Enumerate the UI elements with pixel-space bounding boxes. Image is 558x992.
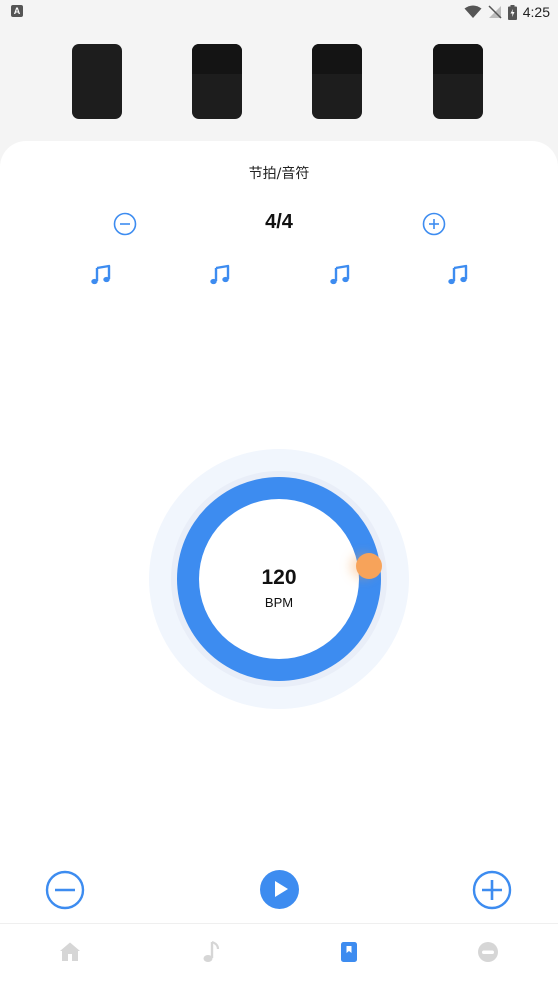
- nav-music-note-icon[interactable]: [198, 940, 222, 964]
- wifi-icon: [464, 5, 482, 18]
- music-note-icon[interactable]: [89, 263, 113, 287]
- music-note-icon[interactable]: [328, 263, 352, 287]
- play-icon: [275, 881, 288, 897]
- status-time: 4:25: [522, 4, 550, 20]
- signal-off-icon: [488, 5, 502, 19]
- time-signature: 4/4: [265, 211, 293, 233]
- increase-tempo-button[interactable]: [472, 870, 512, 910]
- decrease-beats-button[interactable]: [113, 212, 137, 236]
- beat-block-1[interactable]: [72, 44, 122, 119]
- battery-charging-icon: [507, 4, 517, 20]
- bottom-nav: [0, 923, 558, 992]
- tempo-dial-knob[interactable]: [356, 553, 382, 579]
- decrease-tempo-button[interactable]: [45, 870, 85, 910]
- music-note-icon[interactable]: [208, 263, 232, 287]
- beat-block-4[interactable]: [433, 44, 483, 119]
- bpm-unit: BPM: [264, 595, 294, 610]
- app-badge-icon: A: [11, 5, 23, 17]
- status-bar: A 4:25: [0, 0, 558, 24]
- nav-bookmark-icon[interactable]: [337, 940, 361, 964]
- meter-title: 节拍/音符: [248, 166, 310, 182]
- status-icons: 4:25: [464, 2, 550, 22]
- nav-home-icon[interactable]: [58, 940, 82, 964]
- beat-block-2[interactable]: [192, 44, 242, 119]
- music-note-icon[interactable]: [446, 263, 470, 287]
- beat-block-3[interactable]: [312, 44, 362, 119]
- increase-beats-button[interactable]: [422, 212, 446, 236]
- bpm-value: 120: [261, 566, 297, 589]
- nav-profile-icon[interactable]: [476, 940, 500, 964]
- play-button[interactable]: [260, 870, 299, 909]
